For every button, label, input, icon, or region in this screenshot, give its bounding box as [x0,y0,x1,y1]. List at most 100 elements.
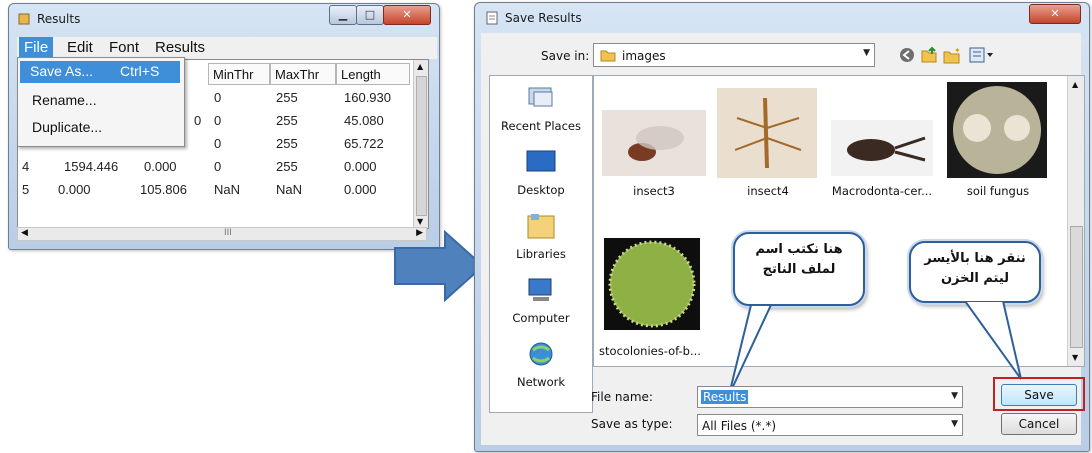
table-cell: 255 [276,136,298,151]
table-cell: 1594.446 [64,159,119,174]
scroll-thumb[interactable] [1070,226,1083,348]
place-desktop[interactable]: Desktop [490,148,592,197]
cancel-button[interactable]: Cancel [1001,413,1077,435]
save-titlebar: Save Results ✕ [475,3,1089,31]
view-menu-icon[interactable] [969,47,995,63]
table-cell: 45.080 [344,113,384,128]
up-folder-icon[interactable] [921,46,937,64]
table-cell: 5 [22,182,30,197]
close-button[interactable]: ✕ [1029,4,1081,24]
file-thumbnail[interactable] [831,120,933,176]
save-results-dialog: Save Results ✕ Save in: images ▼ ✦ Recen… [474,2,1090,452]
table-cell: 255 [276,90,298,105]
file-name[interactable]: insect3 [594,184,714,198]
imagej-icon [18,13,30,25]
menu-file[interactable]: File [19,37,54,59]
results-menubar: File Edit Font Results [17,37,437,59]
table-cell: 0 [214,90,222,105]
file-name-label: File name: [591,390,653,404]
save-dialog-title: Save Results [505,11,582,25]
file-name[interactable]: stocolonies-of-b... [590,344,710,358]
file-thumbnail[interactable] [717,88,817,178]
file-menu-dropdown: Save As... Ctrl+S Rename... Duplicate... [17,57,185,147]
file-thumbnail[interactable] [604,238,700,330]
folder-icon [600,50,616,62]
table-cell: 0 [214,113,222,128]
file-name[interactable]: Macrodonta-cer... [822,184,942,198]
results-title: Results [37,12,81,26]
save-in-combo[interactable]: images ▼ [593,43,875,67]
table-cell: 160.930 [344,90,391,105]
horizontal-scrollbar[interactable]: ◀ III ▶ [17,227,427,241]
save-as-type-value: All Files (*.*) [702,419,777,433]
maximize-button[interactable]: □ [356,5,384,25]
callout-filename: هنا نكتب اسم لملف الناتج [733,232,865,306]
minimize-button[interactable]: ▁ [329,5,357,25]
chevron-down-icon: ▼ [863,48,870,58]
menu-edit[interactable]: Edit [67,39,93,56]
chevron-down-icon[interactable]: ▼ [951,391,958,401]
scroll-thumb[interactable] [416,76,427,216]
table-cell: 105.806 [140,182,187,197]
callout-save: ننقر هنا بالأيسر ليتم الخزن [909,241,1041,303]
scroll-down-icon[interactable]: ▼ [417,217,423,226]
table-cell: 4 [22,159,30,174]
vertical-scrollbar[interactable]: ▲ ▼ [413,60,428,228]
libraries-icon [527,214,555,239]
menu-item-rename[interactable]: Rename... [32,92,97,108]
scroll-up-icon[interactable]: ▲ [1072,80,1078,89]
place-label: Libraries [516,247,566,261]
places-bar: Recent Places Desktop Libraries Computer… [489,75,593,413]
close-button[interactable]: ✕ [383,5,431,25]
menu-results[interactable]: Results [155,39,205,56]
place-computer[interactable]: Computer [490,276,592,325]
table-cell: 0 [214,136,222,151]
file-name-input[interactable]: Results ▼ [697,386,963,408]
network-icon [529,342,553,366]
table-cell: 65.722 [344,136,384,151]
save-button[interactable]: Save [1001,384,1077,406]
menu-item-save-as[interactable]: Save As... [30,63,93,79]
save-in-label: Save in: [541,49,590,63]
scroll-up-icon[interactable]: ▲ [417,62,423,71]
place-label: Network [516,375,566,389]
close-icon: ✕ [402,8,412,21]
close-icon: ✕ [1050,7,1060,20]
minimize-icon: ▁ [338,8,348,21]
table-cell: 255 [276,159,298,174]
menu-shortcut-ctrl-s: Ctrl+S [120,63,160,79]
menu-font[interactable]: Font [109,39,139,56]
results-titlebar: Results ▁ □ ✕ [9,4,439,32]
table-cell: 0 [214,159,222,174]
table-cell: 255 [276,113,298,128]
scroll-down-icon[interactable]: ▼ [1072,353,1078,362]
file-list-scrollbar[interactable]: ▲ ▼ [1067,76,1084,366]
table-cell: 0 [194,113,202,128]
scroll-left-icon[interactable]: ◀ [21,228,28,238]
table-cell: NaN [214,182,241,197]
place-network[interactable]: Network [490,340,592,389]
file-name-value[interactable]: Results [701,390,749,404]
file-name[interactable]: insect4 [708,184,828,198]
computer-icon [528,278,552,301]
save-doc-icon [486,11,498,25]
file-thumbnail[interactable] [602,110,706,176]
place-libraries[interactable]: Libraries [490,212,592,261]
back-icon[interactable] [899,47,915,63]
menu-item-duplicate[interactable]: Duplicate... [32,119,102,135]
file-name[interactable]: soil fungus [938,184,1058,198]
save-in-value: images [622,49,666,63]
place-label: Desktop [517,183,565,197]
save-as-type-select[interactable]: All Files (*.*) ▼ [697,414,963,436]
scroll-grip[interactable]: III [224,228,232,238]
col-header-length[interactable]: Length [336,63,410,85]
recent-places-icon [528,87,553,107]
new-folder-icon[interactable]: ✦ [943,46,961,64]
table-cell: 0.000 [344,182,377,197]
file-thumbnail[interactable] [947,82,1047,178]
place-recent-places[interactable]: Recent Places [490,84,592,133]
col-header-minthr[interactable]: MinThr [208,63,270,85]
table-cell: NaN [276,182,303,197]
callout-pointer [963,301,1022,380]
col-header-maxthr[interactable]: MaxThr [270,63,336,85]
